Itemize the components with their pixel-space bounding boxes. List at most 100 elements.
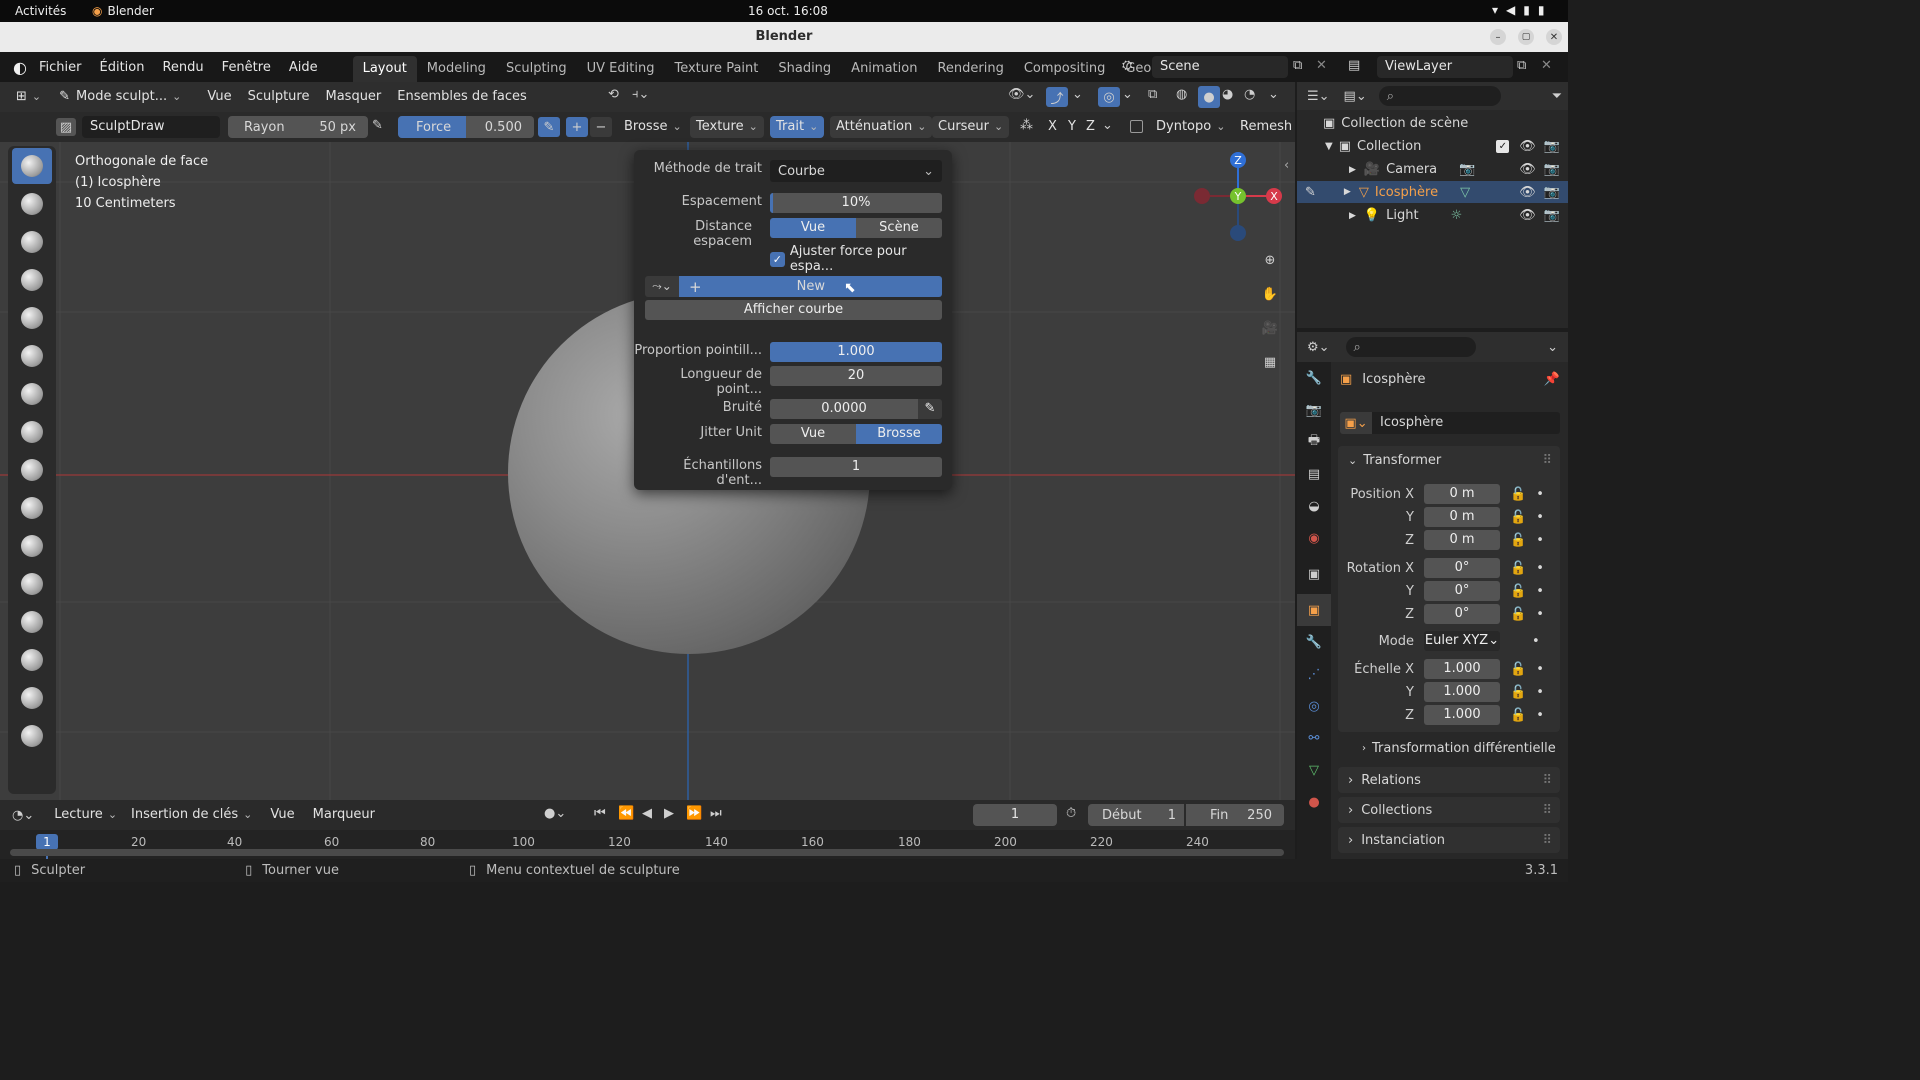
clock[interactable]: 16 oct. 16:08	[748, 4, 828, 18]
transform-header[interactable]: ⌄ Transformer ⠿	[1338, 446, 1560, 474]
tool-clay-thumb[interactable]	[12, 300, 52, 336]
menu-keying[interactable]: Insertion de clés	[125, 804, 258, 826]
menu-file[interactable]: Fichier	[30, 60, 91, 75]
menu-view[interactable]: Vue	[201, 86, 237, 108]
menu-sculpt[interactable]: Sculpture	[242, 86, 316, 108]
dyntopo-checkbox[interactable]	[1130, 120, 1143, 133]
tool-draw-sharp[interactable]	[12, 186, 52, 222]
brush-preview-icon[interactable]: ▨	[56, 118, 76, 136]
menu-cursor[interactable]: Curseur	[932, 116, 1010, 138]
object-browse-icon[interactable]: ▣⌄	[1340, 412, 1372, 434]
end-frame-field[interactable]: Fin 250	[1186, 804, 1284, 826]
keyframe-dot-icon[interactable]: •	[1536, 685, 1544, 700]
add-direction-icon[interactable]: +	[566, 117, 588, 137]
symmetry-y[interactable]: Y	[1062, 116, 1082, 138]
navigation-gizmo[interactable]: Z X Y	[1188, 150, 1288, 245]
tool-inflate[interactable]	[12, 376, 52, 412]
start-frame-field[interactable]: Début 1	[1088, 804, 1184, 826]
play-reverse-icon[interactable]: ◀	[642, 806, 652, 821]
radius-pressure-icon[interactable]: ✎	[372, 118, 383, 133]
position-x-field[interactable]: 0 m	[1424, 484, 1500, 504]
strength-slider[interactable]: Force 0.500	[398, 116, 534, 138]
drag-handle-icon[interactable]: ⠿	[1542, 773, 1552, 788]
lock-icon[interactable]: 🔓	[1510, 561, 1526, 576]
collections-panel[interactable]: › Collections ⠿	[1338, 797, 1560, 823]
shading-dropdown-icon[interactable]: ⌄	[1268, 87, 1279, 102]
drag-handle-icon[interactable]: ⠿	[1542, 453, 1552, 468]
close-icon[interactable]: ✕	[1546, 29, 1562, 45]
tab-rendering[interactable]: Rendering	[927, 56, 1013, 82]
minimize-icon[interactable]: –	[1490, 29, 1506, 45]
symmetry-z[interactable]: Z	[1080, 116, 1101, 138]
delete-view-layer-icon[interactable]: ✕	[1541, 58, 1552, 73]
keyframe-dot-icon[interactable]: •	[1536, 533, 1544, 548]
gizmo-dropdown-icon[interactable]: ⌄	[1072, 87, 1083, 102]
scale-x-field[interactable]: 1.000	[1424, 659, 1500, 679]
delta-transform-header[interactable]: › Transformation différentielle	[1362, 741, 1556, 756]
jitter-pressure-icon[interactable]: ✎	[918, 399, 942, 419]
tool-layer[interactable]	[12, 338, 52, 374]
camera-render-icon[interactable]: 📷	[1544, 208, 1560, 223]
menu-mask[interactable]: Masquer	[319, 86, 387, 108]
camera-data-icon[interactable]: 📷	[1459, 162, 1475, 177]
menu-help[interactable]: Aide	[280, 60, 327, 75]
menu-playback[interactable]: Lecture	[48, 804, 123, 826]
tab-texture-paint[interactable]: Texture Paint	[664, 56, 768, 82]
light-data-icon[interactable]: ☼	[1451, 208, 1463, 223]
outliner-search-input[interactable]: ⌕	[1378, 86, 1501, 106]
new-view-layer-icon[interactable]: ⧉	[1517, 58, 1526, 73]
wireframe-shading-icon[interactable]: ◍	[1176, 87, 1187, 102]
tool-scrape[interactable]	[12, 604, 52, 640]
stopwatch-icon[interactable]: ⏱	[1066, 806, 1076, 821]
system-tray-icons[interactable]: ▾◀▮▮	[1492, 3, 1552, 17]
outliner-item-camera[interactable]: ▶ 🎥 Camera 📷 👁 📷	[1349, 162, 1568, 177]
menu-marker[interactable]: Marqueur	[307, 804, 381, 826]
delete-scene-icon[interactable]: ✕	[1316, 58, 1327, 73]
scene-field[interactable]: Scene	[1152, 56, 1288, 78]
pan-hand-icon[interactable]: ✋	[1258, 282, 1282, 306]
rotation-y-field[interactable]: 0°	[1424, 581, 1500, 601]
dyntopo-dropdown[interactable]: Dyntopo	[1150, 116, 1231, 138]
remesh-dropdown[interactable]: Remesh	[1234, 116, 1298, 138]
tool-grab[interactable]	[12, 718, 52, 754]
jump-keyframe-forward-icon[interactable]: ⏩	[686, 806, 702, 821]
menu-texture[interactable]: Texture	[690, 116, 764, 138]
menu-falloff[interactable]: Atténuation	[830, 116, 933, 138]
pin-icon[interactable]: 📌	[1544, 372, 1560, 387]
tool-blob[interactable]	[12, 414, 52, 450]
scene-selector-icon[interactable]: ⛭	[1122, 58, 1132, 73]
distance-scene-button[interactable]: Scène	[856, 218, 942, 238]
spacing-slider[interactable]: 10%	[770, 193, 942, 213]
eye-icon[interactable]: 👁	[1519, 139, 1536, 154]
sidebar-toggle-icon[interactable]: ‹	[1284, 158, 1289, 173]
stroke-method-dropdown[interactable]: Courbe ⌄	[770, 160, 942, 182]
lock-icon[interactable]: 🔓	[1510, 487, 1526, 502]
jitter-unit-brush-button[interactable]: Brosse	[856, 424, 942, 444]
activities-button[interactable]: Activités	[15, 4, 66, 18]
keyframe-dot-icon[interactable]: •	[1536, 487, 1544, 502]
current-frame-field[interactable]: 1	[973, 804, 1057, 826]
curve-preset-icon[interactable]: ⤳⌄	[645, 276, 679, 297]
tool-draw[interactable]	[12, 148, 52, 184]
mesh-data-icon[interactable]: ▽	[1460, 185, 1470, 200]
tool-flatten[interactable]	[12, 528, 52, 564]
timeline-scrollbar[interactable]	[10, 849, 1284, 856]
timeline-ruler[interactable]: 1 20 40 60 80 100 120 140 160 180 200 22…	[0, 830, 1295, 859]
distance-view-button[interactable]: Vue	[770, 218, 856, 238]
lock-icon[interactable]: 🔓	[1510, 584, 1526, 599]
scale-y-field[interactable]: 1.000	[1424, 682, 1500, 702]
tab-sculpting[interactable]: Sculpting	[496, 56, 577, 82]
app-menu[interactable]: ◉ Blender	[92, 4, 154, 18]
lock-icon[interactable]: 🔓	[1510, 533, 1526, 548]
constraints-tab-icon[interactable]: ⚯	[1297, 722, 1331, 754]
menu-timeline-view[interactable]: Vue	[264, 804, 300, 826]
tool-smooth[interactable]	[12, 490, 52, 526]
tool-fill[interactable]	[12, 566, 52, 602]
keyframe-dot-icon[interactable]: •	[1536, 584, 1544, 599]
tab-compositing[interactable]: Compositing	[1014, 56, 1116, 82]
editor-type-icon[interactable]: ⊞	[10, 86, 47, 108]
radius-slider[interactable]: Rayon 50 px	[228, 116, 368, 138]
rotation-x-field[interactable]: 0°	[1424, 558, 1500, 578]
tool-clay-strips[interactable]	[12, 262, 52, 298]
keyframe-dot-icon[interactable]: •	[1536, 662, 1544, 677]
